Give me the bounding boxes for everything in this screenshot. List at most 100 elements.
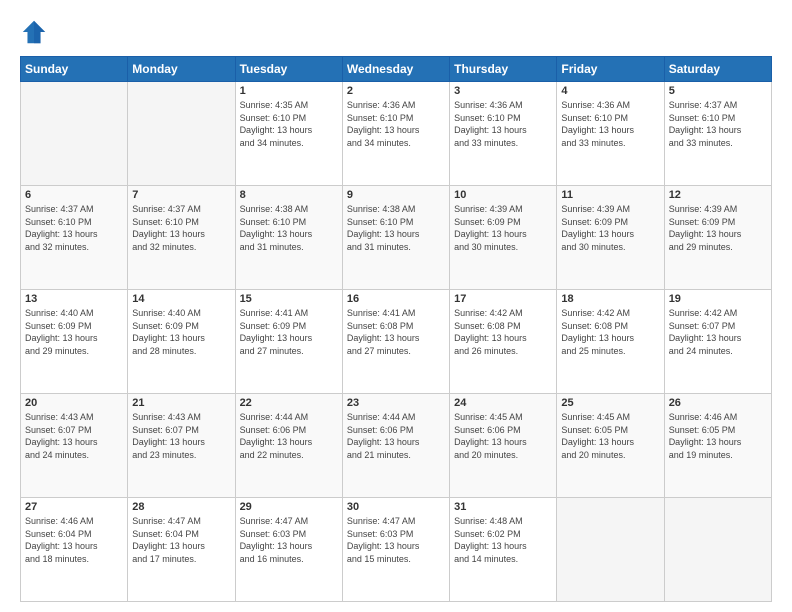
day-number: 6 xyxy=(25,189,123,201)
day-info: Sunrise: 4:41 AM Sunset: 6:09 PM Dayligh… xyxy=(240,307,338,357)
calendar-cell xyxy=(21,82,128,186)
calendar-week-row: 27Sunrise: 4:46 AM Sunset: 6:04 PM Dayli… xyxy=(21,498,772,602)
calendar-cell: 28 Sunrise: 4:47 AM Sunset: 6:04 PM Dayli… xyxy=(128,498,235,602)
day-info: Sunrise: 4:46 AM Sunset: 6:04 PM Dayligh… xyxy=(25,515,123,565)
weekday-header: Monday xyxy=(128,57,235,82)
day-info: Sunrise: 4:43 AM Sunset: 6:07 PM Dayligh… xyxy=(25,411,123,461)
logo xyxy=(20,18,52,46)
weekday-header: Friday xyxy=(557,57,664,82)
day-number: 14 xyxy=(132,293,230,305)
calendar-cell: 8 Sunrise: 4:38 AM Sunset: 6:10 PM Daylig… xyxy=(235,186,342,290)
day-number: 9 xyxy=(347,189,445,201)
calendar-cell: 16 Sunrise: 4:41 AM Sunset: 6:08 PM Dayli… xyxy=(342,290,449,394)
day-info: Sunrise: 4:37 AM Sunset: 6:10 PM Dayligh… xyxy=(132,203,230,253)
calendar-week-row: 1 Sunrise: 4:35 AM Sunset: 6:10 PM Daylig… xyxy=(21,82,772,186)
day-number: 5 xyxy=(669,85,767,97)
day-number: 3 xyxy=(454,85,552,97)
day-info: Sunrise: 4:39 AM Sunset: 6:09 PM Dayligh… xyxy=(561,203,659,253)
day-number: 31 xyxy=(454,501,552,513)
day-info: Sunrise: 4:36 AM Sunset: 6:10 PM Dayligh… xyxy=(454,99,552,149)
calendar-cell: 22 Sunrise: 4:44 AM Sunset: 6:06 PM Dayli… xyxy=(235,394,342,498)
day-number: 22 xyxy=(240,397,338,409)
day-number: 19 xyxy=(669,293,767,305)
calendar-cell: 19Sunrise: 4:42 AM Sunset: 6:07 PM Dayli… xyxy=(664,290,771,394)
weekday-header: Wednesday xyxy=(342,57,449,82)
calendar-cell: 20 Sunrise: 4:43 AM Sunset: 6:07 PM Dayli… xyxy=(21,394,128,498)
calendar-cell: 11 Sunrise: 4:39 AM Sunset: 6:09 PM Dayli… xyxy=(557,186,664,290)
header xyxy=(20,18,772,46)
day-info: Sunrise: 4:42 AM Sunset: 6:08 PM Dayligh… xyxy=(454,307,552,357)
calendar-cell: 15 Sunrise: 4:41 AM Sunset: 6:09 PM Dayli… xyxy=(235,290,342,394)
calendar-cell xyxy=(664,498,771,602)
day-number: 12 xyxy=(669,189,767,201)
calendar-cell: 29 Sunrise: 4:47 AM Sunset: 6:03 PM Dayli… xyxy=(235,498,342,602)
day-number: 16 xyxy=(347,293,445,305)
day-info: Sunrise: 4:47 AM Sunset: 6:04 PM Dayligh… xyxy=(132,515,230,565)
day-info: Sunrise: 4:37 AM Sunset: 6:10 PM Dayligh… xyxy=(25,203,123,253)
day-number: 17 xyxy=(454,293,552,305)
calendar-cell: 5 Sunrise: 4:37 AM Sunset: 6:10 PM Daylig… xyxy=(664,82,771,186)
day-number: 30 xyxy=(347,501,445,513)
page: SundayMondayTuesdayWednesdayThursdayFrid… xyxy=(0,0,792,612)
weekday-header: Tuesday xyxy=(235,57,342,82)
calendar-cell: 4Sunrise: 4:36 AM Sunset: 6:10 PM Daylig… xyxy=(557,82,664,186)
calendar-cell: 1 Sunrise: 4:35 AM Sunset: 6:10 PM Daylig… xyxy=(235,82,342,186)
calendar-cell: 27Sunrise: 4:46 AM Sunset: 6:04 PM Dayli… xyxy=(21,498,128,602)
day-number: 11 xyxy=(561,189,659,201)
day-info: Sunrise: 4:37 AM Sunset: 6:10 PM Dayligh… xyxy=(669,99,767,149)
day-info: Sunrise: 4:43 AM Sunset: 6:07 PM Dayligh… xyxy=(132,411,230,461)
calendar-cell: 23Sunrise: 4:44 AM Sunset: 6:06 PM Dayli… xyxy=(342,394,449,498)
day-number: 1 xyxy=(240,85,338,97)
day-number: 8 xyxy=(240,189,338,201)
day-number: 28 xyxy=(132,501,230,513)
day-number: 15 xyxy=(240,293,338,305)
calendar-cell xyxy=(557,498,664,602)
calendar-cell: 3 Sunrise: 4:36 AM Sunset: 6:10 PM Daylig… xyxy=(450,82,557,186)
day-info: Sunrise: 4:42 AM Sunset: 6:08 PM Dayligh… xyxy=(561,307,659,357)
day-number: 20 xyxy=(25,397,123,409)
calendar-cell: 26 Sunrise: 4:46 AM Sunset: 6:05 PM Dayli… xyxy=(664,394,771,498)
calendar-cell: 9 Sunrise: 4:38 AM Sunset: 6:10 PM Daylig… xyxy=(342,186,449,290)
day-info: Sunrise: 4:38 AM Sunset: 6:10 PM Dayligh… xyxy=(347,203,445,253)
day-info: Sunrise: 4:47 AM Sunset: 6:03 PM Dayligh… xyxy=(240,515,338,565)
day-number: 25 xyxy=(561,397,659,409)
calendar-week-row: 20 Sunrise: 4:43 AM Sunset: 6:07 PM Dayli… xyxy=(21,394,772,498)
day-number: 4 xyxy=(561,85,659,97)
day-number: 24 xyxy=(454,397,552,409)
day-info: Sunrise: 4:39 AM Sunset: 6:09 PM Dayligh… xyxy=(669,203,767,253)
day-number: 26 xyxy=(669,397,767,409)
day-info: Sunrise: 4:40 AM Sunset: 6:09 PM Dayligh… xyxy=(132,307,230,357)
day-info: Sunrise: 4:36 AM Sunset: 6:10 PM Dayligh… xyxy=(347,99,445,149)
day-number: 7 xyxy=(132,189,230,201)
calendar-cell: 2 Sunrise: 4:36 AM Sunset: 6:10 PM Daylig… xyxy=(342,82,449,186)
calendar-cell: 18 Sunrise: 4:42 AM Sunset: 6:08 PM Dayli… xyxy=(557,290,664,394)
calendar-cell xyxy=(128,82,235,186)
logo-icon xyxy=(20,18,48,46)
day-info: Sunrise: 4:44 AM Sunset: 6:06 PM Dayligh… xyxy=(240,411,338,461)
day-info: Sunrise: 4:41 AM Sunset: 6:08 PM Dayligh… xyxy=(347,307,445,357)
day-number: 18 xyxy=(561,293,659,305)
day-info: Sunrise: 4:45 AM Sunset: 6:06 PM Dayligh… xyxy=(454,411,552,461)
calendar-week-row: 6 Sunrise: 4:37 AM Sunset: 6:10 PM Daylig… xyxy=(21,186,772,290)
day-number: 2 xyxy=(347,85,445,97)
calendar-cell: 7 Sunrise: 4:37 AM Sunset: 6:10 PM Daylig… xyxy=(128,186,235,290)
day-info: Sunrise: 4:45 AM Sunset: 6:05 PM Dayligh… xyxy=(561,411,659,461)
calendar-table: SundayMondayTuesdayWednesdayThursdayFrid… xyxy=(20,56,772,602)
day-number: 21 xyxy=(132,397,230,409)
calendar-cell: 12 Sunrise: 4:39 AM Sunset: 6:09 PM Dayli… xyxy=(664,186,771,290)
day-info: Sunrise: 4:38 AM Sunset: 6:10 PM Dayligh… xyxy=(240,203,338,253)
day-info: Sunrise: 4:35 AM Sunset: 6:10 PM Dayligh… xyxy=(240,99,338,149)
weekday-header: Thursday xyxy=(450,57,557,82)
day-info: Sunrise: 4:48 AM Sunset: 6:02 PM Dayligh… xyxy=(454,515,552,565)
day-number: 23 xyxy=(347,397,445,409)
calendar-cell: 6 Sunrise: 4:37 AM Sunset: 6:10 PM Daylig… xyxy=(21,186,128,290)
calendar-header-row: SundayMondayTuesdayWednesdayThursdayFrid… xyxy=(21,57,772,82)
calendar-cell: 10Sunrise: 4:39 AM Sunset: 6:09 PM Dayli… xyxy=(450,186,557,290)
day-number: 29 xyxy=(240,501,338,513)
day-number: 13 xyxy=(25,293,123,305)
weekday-header: Saturday xyxy=(664,57,771,82)
calendar-cell: 17 Sunrise: 4:42 AM Sunset: 6:08 PM Dayli… xyxy=(450,290,557,394)
day-info: Sunrise: 4:46 AM Sunset: 6:05 PM Dayligh… xyxy=(669,411,767,461)
calendar-cell: 14 Sunrise: 4:40 AM Sunset: 6:09 PM Dayli… xyxy=(128,290,235,394)
calendar-cell: 13Sunrise: 4:40 AM Sunset: 6:09 PM Dayli… xyxy=(21,290,128,394)
